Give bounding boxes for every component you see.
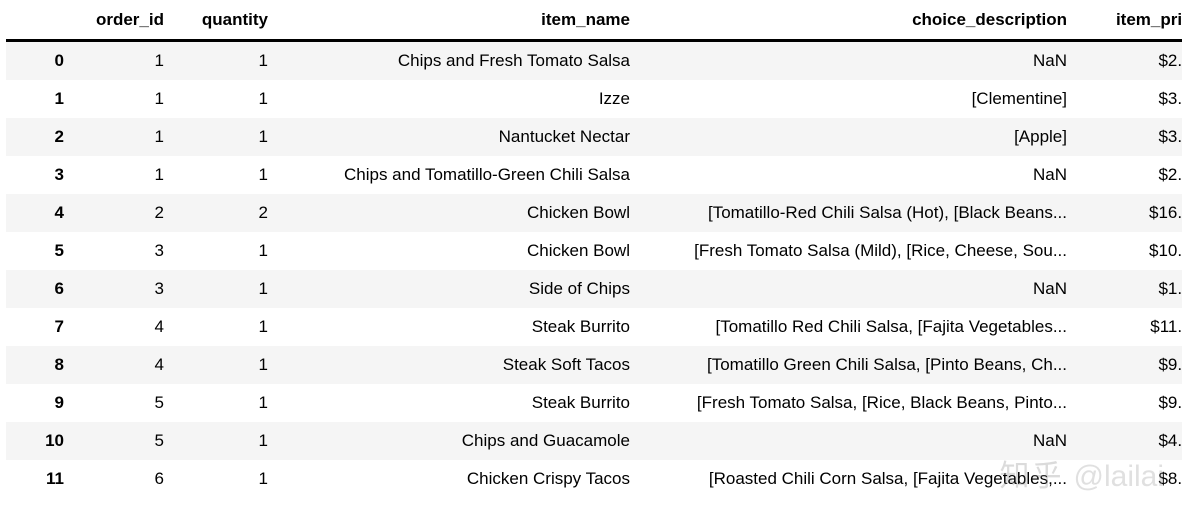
cell-item-name: Izze — [274, 80, 636, 118]
cell-order-id: 3 — [70, 232, 170, 270]
cell-choice-description: NaN — [636, 270, 1073, 308]
cell-choice-description: [Roasted Chili Corn Salsa, [Fajita Veget… — [636, 460, 1073, 498]
cell-order-id: 3 — [70, 270, 170, 308]
cell-index: 8 — [6, 346, 70, 384]
cell-choice-description: [Apple] — [636, 118, 1073, 156]
cell-item-price: $2.39 — [1073, 156, 1182, 194]
table-row: 9 5 1 Steak Burrito [Fresh Tomato Salsa, [Ri… — [6, 384, 1182, 422]
cell-item-price: $4.45 — [1073, 422, 1182, 460]
cell-item-price: $9.25 — [1073, 384, 1182, 422]
column-header-quantity: quantity — [170, 0, 274, 42]
table-row: 631Side of ChipsNaN$1.69 — [6, 270, 1182, 308]
cell-index: 3 — [6, 156, 70, 194]
cell-quantity: 1 — [170, 80, 274, 118]
cell-item-price: $9.25 — [1073, 346, 1182, 384]
cell-index: 11 — [6, 460, 70, 498]
cell-choice-description: NaN — [636, 156, 1073, 194]
cell-item-price: $2.39 — [1073, 40, 1182, 80]
cell-index: 9 — [6, 384, 70, 422]
cell-quantity: 2 — [170, 194, 274, 232]
cell-quantity: 1 — [170, 270, 274, 308]
cell-order-id: 1 — [70, 40, 170, 80]
cell-choice-description: [Tomatillo Red Chili Salsa, [Fajita Vege… — [636, 308, 1073, 346]
cell-order-id: 1 — [70, 118, 170, 156]
table-header-row: order_id quantity item_name choice_descr… — [6, 0, 1182, 42]
column-header-choice-description: choice_description — [636, 0, 1073, 42]
cell-index: 2 — [6, 118, 70, 156]
cell-index: 4 — [6, 194, 70, 232]
cell-quantity: 1 — [170, 384, 274, 422]
cell-item-name: Chips and Tomatillo-Green Chili Salsa — [274, 156, 636, 194]
cell-item-name: Side of Chips — [274, 270, 636, 308]
dataframe-table: order_id quantity item_name choice_descr… — [6, 0, 1182, 498]
cell-quantity: 1 — [170, 346, 274, 384]
column-header-order-id: order_id — [70, 0, 170, 42]
cell-order-id: 5 — [70, 422, 170, 460]
table-row: 211Nantucket Nectar[Apple]$3.39 — [6, 118, 1182, 156]
column-header-item-name: item_name — [274, 0, 636, 42]
cell-index: 5 — [6, 232, 70, 270]
table-row: 4 2 2 Chicken Bowl [Tomatillo-Red Chili Sals… — [6, 194, 1182, 232]
dataframe-page: order_id quantity item_name choice_descr… — [0, 0, 1182, 514]
cell-index: 0 — [6, 40, 70, 80]
cell-quantity: 1 — [170, 156, 274, 194]
cell-item-price: $11.75 — [1073, 308, 1182, 346]
cell-item-name: Chicken Crispy Tacos — [274, 460, 636, 498]
table-row: 5 3 1 Chicken Bowl [Fresh Tomato Salsa (Mild… — [6, 232, 1182, 270]
cell-item-price: $3.39 — [1073, 118, 1182, 156]
cell-choice-description: NaN — [636, 40, 1073, 80]
table-row: 1051Chips and GuacamoleNaN$4.45 — [6, 422, 1182, 460]
table-row: 011Chips and Fresh Tomato SalsaNaN$2.39 — [6, 40, 1182, 80]
cell-item-name: Nantucket Nectar — [274, 118, 636, 156]
cell-quantity: 1 — [170, 460, 274, 498]
table-row: 3 1 1 Chips and Tomatillo-Green Chili Salsa… — [6, 156, 1182, 194]
table-header: order_id quantity item_name choice_descr… — [6, 0, 1182, 42]
cell-item-price: $8.75 — [1073, 460, 1182, 498]
cell-item-name: Chicken Bowl — [274, 232, 636, 270]
cell-item-name: Chips and Fresh Tomato Salsa — [274, 40, 636, 80]
cell-order-id: 1 — [70, 80, 170, 118]
cell-quantity: 1 — [170, 308, 274, 346]
column-header-index — [6, 0, 70, 42]
cell-choice-description: [Fresh Tomato Salsa (Mild), [Rice, Chees… — [636, 232, 1073, 270]
cell-item-name: Chips and Guacamole — [274, 422, 636, 460]
cell-order-id: 4 — [70, 308, 170, 346]
cell-index: 7 — [6, 308, 70, 346]
cell-quantity: 1 — [170, 118, 274, 156]
cell-item-name: Steak Burrito — [274, 308, 636, 346]
cell-order-id: 4 — [70, 346, 170, 384]
cell-quantity: 1 — [170, 40, 274, 80]
cell-choice-description: [Tomatillo Green Chili Salsa, [Pinto Bea… — [636, 346, 1073, 384]
cell-item-name: Steak Soft Tacos — [274, 346, 636, 384]
cell-item-price: $1.69 — [1073, 270, 1182, 308]
cell-choice-description: NaN — [636, 422, 1073, 460]
cell-item-name: Steak Burrito — [274, 384, 636, 422]
cell-choice-description: [Tomatillo-Red Chili Salsa (Hot), [Black… — [636, 194, 1073, 232]
cell-index: 6 — [6, 270, 70, 308]
cell-order-id: 5 — [70, 384, 170, 422]
cell-choice-description: [Clementine] — [636, 80, 1073, 118]
cell-index: 1 — [6, 80, 70, 118]
cell-item-price: $3.39 — [1073, 80, 1182, 118]
table-row: 7 4 1 Steak Burrito [Tomatillo Red Chili Sal… — [6, 308, 1182, 346]
table-row: 11 6 1 Chicken Crispy Tacos [Roasted Chili C… — [6, 460, 1182, 498]
cell-quantity: 1 — [170, 232, 274, 270]
cell-item-name: Chicken Bowl — [274, 194, 636, 232]
cell-order-id: 1 — [70, 156, 170, 194]
column-header-item-price: item_price — [1073, 0, 1182, 42]
cell-index: 10 — [6, 422, 70, 460]
table-body: 011Chips and Fresh Tomato SalsaNaN$2.391… — [6, 40, 1182, 498]
cell-item-price: $10.98 — [1073, 232, 1182, 270]
table-row: 111Izze[Clementine]$3.39 — [6, 80, 1182, 118]
table-row: 8 4 1 Steak Soft Tacos [Tomatillo Green Chil… — [6, 346, 1182, 384]
cell-choice-description: [Fresh Tomato Salsa, [Rice, Black Beans,… — [636, 384, 1073, 422]
cell-quantity: 1 — [170, 422, 274, 460]
cell-order-id: 6 — [70, 460, 170, 498]
cell-order-id: 2 — [70, 194, 170, 232]
cell-item-price: $16.98 — [1073, 194, 1182, 232]
